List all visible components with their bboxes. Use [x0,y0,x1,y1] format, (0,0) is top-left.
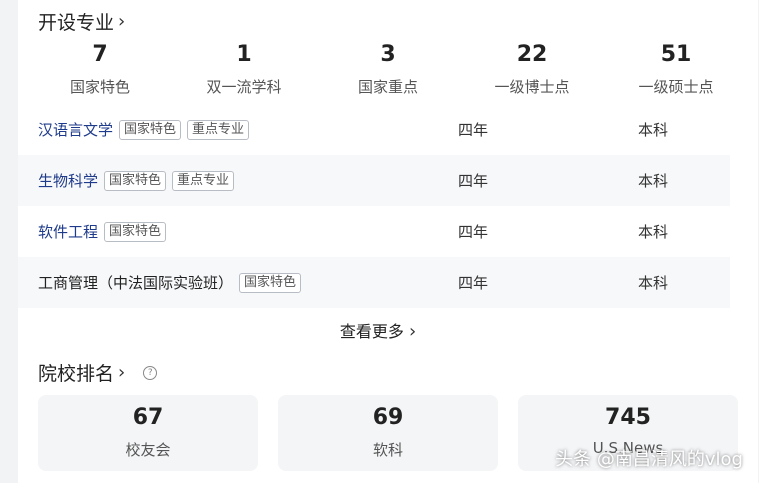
stat-doctoral-points: 22 一级博士点 [460,40,604,97]
stat-value: 22 [516,42,548,67]
major-duration: 四年 [458,274,489,292]
chevron-right-icon: › [118,362,126,383]
major-name-group: 汉语言文学 国家特色 重点专业 [38,119,250,140]
major-tag: 国家特色 [104,170,167,191]
view-more-link[interactable]: 查看更多 › [18,318,738,342]
stat-label: 国家重点 [357,78,418,96]
stat-master-points: 51 一级硕士点 [604,40,748,97]
stat-label: 一级硕士点 [638,78,714,96]
majors-stats: 7 国家特色 1 双一流学科 3 国家重点 22 一级博士点 51 一级硕士点 [28,40,748,97]
ranking-section-title[interactable]: 院校排名 › ? [38,359,158,386]
major-duration: 四年 [458,172,489,190]
rank-label: 软科 [372,441,403,459]
rank-box-alumni[interactable]: 67 校友会 [38,395,258,471]
stat-value: 51 [660,42,692,67]
major-degree: 本科 [638,223,669,241]
major-duration: 四年 [458,121,489,139]
major-name[interactable]: 生物科学 [38,170,98,191]
major-name[interactable]: 软件工程 [38,221,98,242]
rank-label: 校友会 [125,441,171,459]
stat-national-key: 3 国家重点 [316,40,460,97]
stat-value: 3 [380,42,396,67]
view-more-label: 查看更多 [339,322,404,341]
rank-value: 745 [605,405,651,430]
stat-label: 一级博士点 [494,78,570,96]
help-icon[interactable]: ? [143,365,158,380]
stat-value: 1 [236,42,252,67]
majors-section-title[interactable]: 开设专业 › [38,8,125,35]
chevron-right-icon: › [408,321,417,342]
stat-value: 7 [92,42,108,67]
major-name[interactable]: 汉语言文学 [38,119,113,140]
stat-double-first-class: 1 双一流学科 [172,40,316,97]
major-degree: 本科 [638,274,669,292]
major-row[interactable]: 汉语言文学 国家特色 重点专业 四年 本科 [18,104,730,155]
stat-label: 双一流学科 [206,78,282,96]
major-degree: 本科 [638,121,669,139]
rank-value: 67 [132,405,164,430]
major-name-group: 生物科学 国家特色 重点专业 [38,170,235,191]
major-row[interactable]: 工商管理（中法国际实验班） 国家特色 四年 本科 [18,257,730,308]
majors-title-text: 开设专业 [38,12,115,34]
school-info-card: 开设专业 › 7 国家特色 1 双一流学科 3 国家重点 22 一级博士点 51… [18,0,758,483]
ranking-title-text: 院校排名 [38,363,115,385]
major-row[interactable]: 生物科学 国家特色 重点专业 四年 本科 [18,155,730,206]
major-tag: 重点专业 [172,170,235,191]
stat-national-feature: 7 国家特色 [28,40,172,97]
major-tag: 国家特色 [119,119,182,140]
rank-box-shanghairanking[interactable]: 69 软科 [278,395,498,471]
major-name-group: 软件工程 国家特色 [38,221,167,242]
major-row[interactable]: 软件工程 国家特色 四年 本科 [18,206,730,257]
chevron-right-icon: › [118,11,126,32]
major-tag: 国家特色 [104,221,167,242]
stat-label: 国家特色 [69,78,130,96]
major-name[interactable]: 工商管理（中法国际实验班） [38,272,233,293]
rank-value: 69 [372,405,404,430]
major-name-group: 工商管理（中法国际实验班） 国家特色 [38,272,302,293]
major-degree: 本科 [638,172,669,190]
watermark-text: 头条 @南昌清风的vlog [555,449,743,470]
major-duration: 四年 [458,223,489,241]
major-tag: 重点专业 [187,119,250,140]
major-tag: 国家特色 [239,272,302,293]
